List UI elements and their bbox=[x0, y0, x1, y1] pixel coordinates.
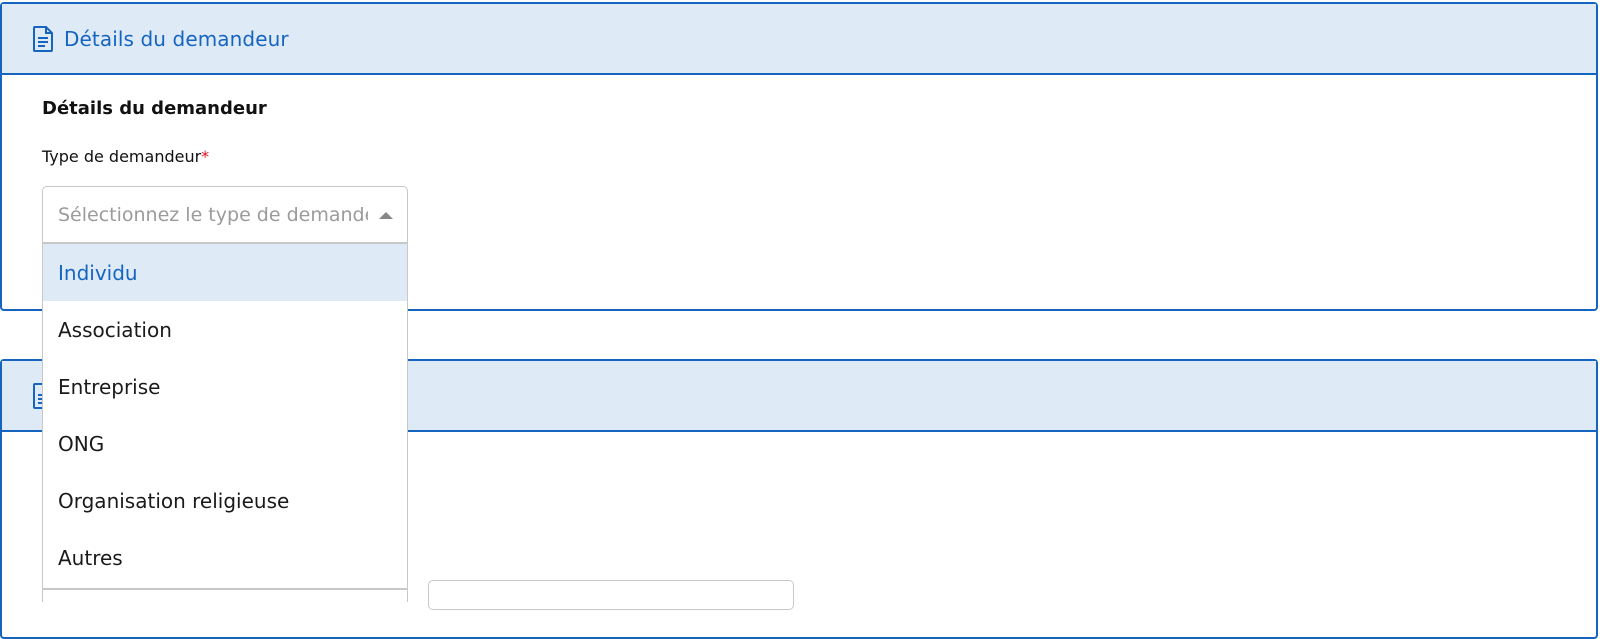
applicant-type-label: Type de demandeur* bbox=[42, 147, 209, 166]
document-icon bbox=[32, 25, 54, 52]
required-mark: * bbox=[201, 147, 210, 166]
caret-up-icon[interactable] bbox=[379, 212, 393, 219]
section-title: Détails du demandeur bbox=[42, 98, 267, 119]
option-association[interactable]: Association bbox=[43, 301, 407, 358]
panel-title: Détails du demandeur bbox=[64, 26, 289, 51]
option-entreprise[interactable]: Entreprise bbox=[43, 358, 407, 415]
option-ong[interactable]: ONG bbox=[43, 415, 407, 472]
option-organisation-religieuse[interactable]: Organisation religieuse bbox=[43, 472, 407, 529]
option-autres[interactable]: Autres bbox=[43, 529, 407, 586]
field-label-text: Type de demandeur bbox=[42, 147, 202, 166]
underlying-select[interactable] bbox=[42, 589, 408, 602]
option-individu[interactable]: Individu bbox=[43, 244, 407, 301]
applicant-type-dropdown: Individu Association Entreprise ONG Orga… bbox=[42, 243, 408, 589]
panel-header: Détails du demandeur bbox=[2, 4, 1596, 75]
select-placeholder: Sélectionnez le type de demandeur bbox=[58, 203, 368, 226]
obscured-input[interactable] bbox=[428, 580, 794, 610]
applicant-type-select[interactable]: Sélectionnez le type de demandeur bbox=[42, 186, 408, 243]
